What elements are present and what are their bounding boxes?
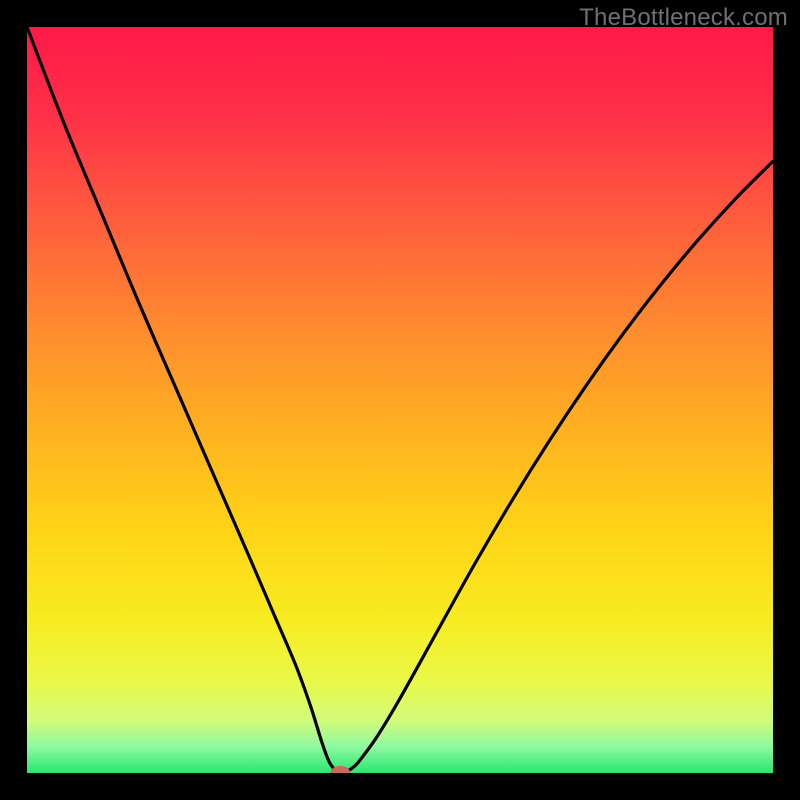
bottleneck-curve-chart — [27, 27, 773, 773]
gradient-background — [27, 27, 773, 773]
watermark-text: TheBottleneck.com — [579, 4, 788, 32]
plot-area — [27, 27, 773, 773]
chart-frame: TheBottleneck.com — [0, 0, 800, 800]
